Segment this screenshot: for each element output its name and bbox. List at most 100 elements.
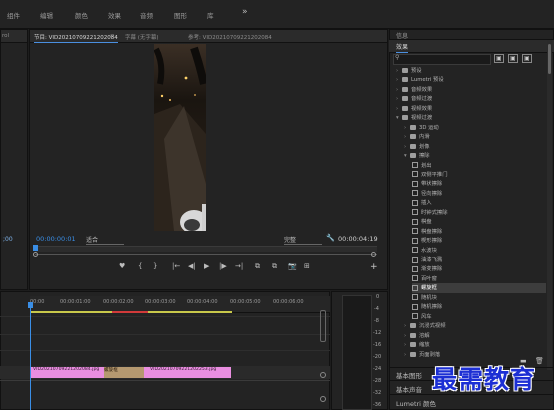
menu-item[interactable]: 音频: [140, 10, 153, 20]
extract-button[interactable]: ⧉: [272, 262, 277, 271]
timeline-scroll-handle[interactable]: [320, 372, 326, 378]
effect-label: 音频效果: [411, 86, 433, 93]
transition-effect-icon: [412, 190, 418, 197]
meter-label: -28: [373, 378, 382, 384]
folder-icon: [402, 77, 408, 83]
timeline-scroll-handle[interactable]: [320, 396, 326, 402]
add-marker-button[interactable]: ♥: [119, 262, 125, 270]
folder-icon: [410, 124, 416, 130]
folder-icon: [410, 143, 416, 149]
left-timecode: ;00: [3, 236, 13, 243]
transition-clip[interactable]: 螺旋框: [104, 367, 144, 378]
folder-icon: [402, 86, 408, 92]
effect-label: 视频效果: [411, 105, 433, 112]
step-forward-button[interactable]: |▶: [219, 262, 227, 270]
transition-effect-icon: [412, 313, 418, 320]
32bit-effects-icon[interactable]: ▣: [508, 54, 518, 63]
effect-label: 螺旋框: [421, 285, 437, 292]
delete-icon[interactable]: 🗑: [535, 357, 544, 365]
menu-item[interactable]: 组件: [7, 10, 20, 20]
project-panel-sliver: rol ;00 +: [0, 29, 28, 303]
audio-meter: [342, 295, 372, 410]
export-frame-button[interactable]: 📷: [288, 262, 297, 270]
effects-search-input[interactable]: [393, 54, 491, 65]
effect-label: 预设: [411, 68, 422, 74]
effect-label: 擦除: [419, 153, 430, 160]
work-area-bar[interactable]: [30, 311, 112, 313]
clip-2[interactable]: VID20210709221202253.jpg: [150, 367, 230, 378]
track-divider: [0, 334, 330, 335]
play-button[interactable]: ▶: [204, 262, 209, 270]
video-frame: [153, 44, 208, 234]
transition-effect-icon: [412, 218, 418, 225]
fit-dropdown[interactable]: 适合: [86, 235, 124, 245]
more-workspaces-button[interactable]: »: [242, 7, 248, 17]
transition-effect-icon: [412, 284, 418, 291]
wrench-icon[interactable]: 🔧: [326, 234, 335, 242]
video-frame-image: [153, 46, 208, 234]
meter-label: 0: [376, 294, 380, 300]
meter-label: -8: [374, 318, 379, 324]
tab-captions[interactable]: 字幕 (无字幕): [125, 33, 159, 41]
panel-menu-icon[interactable]: ≡: [110, 33, 115, 39]
tab-source[interactable]: rol: [2, 33, 9, 39]
comparison-view-button[interactable]: ⊞: [304, 262, 310, 270]
quality-dropdown[interactable]: 完整: [284, 235, 322, 245]
folder-icon: [402, 68, 408, 73]
ruler-label: 00:00:05:00: [230, 299, 261, 305]
tab-essential-graphics[interactable]: 基本图形: [396, 370, 422, 380]
menu-item[interactable]: 效果: [108, 10, 121, 20]
ruler-label: 00:00:03:00: [145, 299, 176, 305]
effects-scroll-thumb[interactable]: [548, 44, 551, 74]
mark-out-button[interactable]: }: [153, 262, 157, 270]
mark-in-button[interactable]: {: [138, 262, 142, 270]
zoom-bar[interactable]: [35, 254, 377, 255]
monitor-time-ruler[interactable]: [35, 246, 377, 252]
ruler-label: 00:00:02:00: [103, 299, 134, 305]
accelerated-effects-icon[interactable]: ▣: [494, 54, 504, 63]
lift-button[interactable]: ⧉: [255, 262, 260, 271]
watermark-logo: 最需教育: [432, 365, 537, 394]
transition-effect-icon: [412, 275, 418, 282]
track-divider: [0, 316, 330, 317]
menu-item[interactable]: 颜色: [75, 10, 88, 20]
playhead-head[interactable]: [28, 302, 33, 308]
clip-1[interactable]: VID20210709221202084.jpg: [33, 367, 103, 378]
zoom-handle-left[interactable]: [33, 252, 38, 257]
folder-icon: [410, 332, 416, 338]
effect-label: 水波块: [421, 247, 437, 254]
go-to-in-button[interactable]: |←: [172, 262, 180, 270]
effect-label: 页面剥落: [419, 351, 441, 358]
meter-label: -24: [373, 366, 382, 372]
monitor-playhead[interactable]: [33, 245, 38, 251]
button-editor-icon[interactable]: +: [370, 262, 378, 272]
effect-label: 3D 运动: [419, 124, 439, 131]
effect-label: 双侧平推门: [421, 171, 448, 178]
menu-item[interactable]: 编辑: [40, 10, 53, 20]
tab-program[interactable]: 节目: VID20210709221202084: [34, 33, 118, 43]
tab-reference[interactable]: 参考: VID20210709221202084: [188, 33, 272, 41]
menu-item[interactable]: 图形: [174, 10, 187, 20]
step-back-button[interactable]: ◀|: [188, 262, 196, 270]
folder-icon: [410, 134, 416, 140]
tab-essential-sound[interactable]: 基本声音: [396, 384, 422, 394]
timeline-playhead[interactable]: [30, 303, 31, 410]
zoom-handle-right[interactable]: [371, 252, 376, 257]
meter-label: -16: [373, 342, 382, 348]
menu-item[interactable]: 库: [207, 10, 214, 20]
effect-label: 缩放: [419, 342, 430, 349]
meter-label: -32: [373, 390, 382, 396]
track-scroll-handle[interactable]: [320, 310, 326, 342]
tab-effects[interactable]: 效果: [396, 42, 409, 53]
effect-label: 楔形擦除: [421, 238, 443, 245]
folder-icon: [410, 342, 416, 348]
effects-scrollbar[interactable]: [547, 40, 552, 370]
tab-lumetri-color[interactable]: Lumetri 颜色: [396, 398, 436, 408]
program-timecode[interactable]: 00:00:00:01: [36, 235, 76, 243]
yuv-effects-icon[interactable]: ▣: [522, 54, 532, 63]
transition-effect-icon: [412, 256, 418, 263]
render-bar-red: [112, 311, 148, 313]
effect-label: 带状擦除: [421, 181, 443, 188]
go-to-out-button[interactable]: →|: [235, 262, 243, 270]
effect-label: 百叶窗: [421, 275, 437, 282]
